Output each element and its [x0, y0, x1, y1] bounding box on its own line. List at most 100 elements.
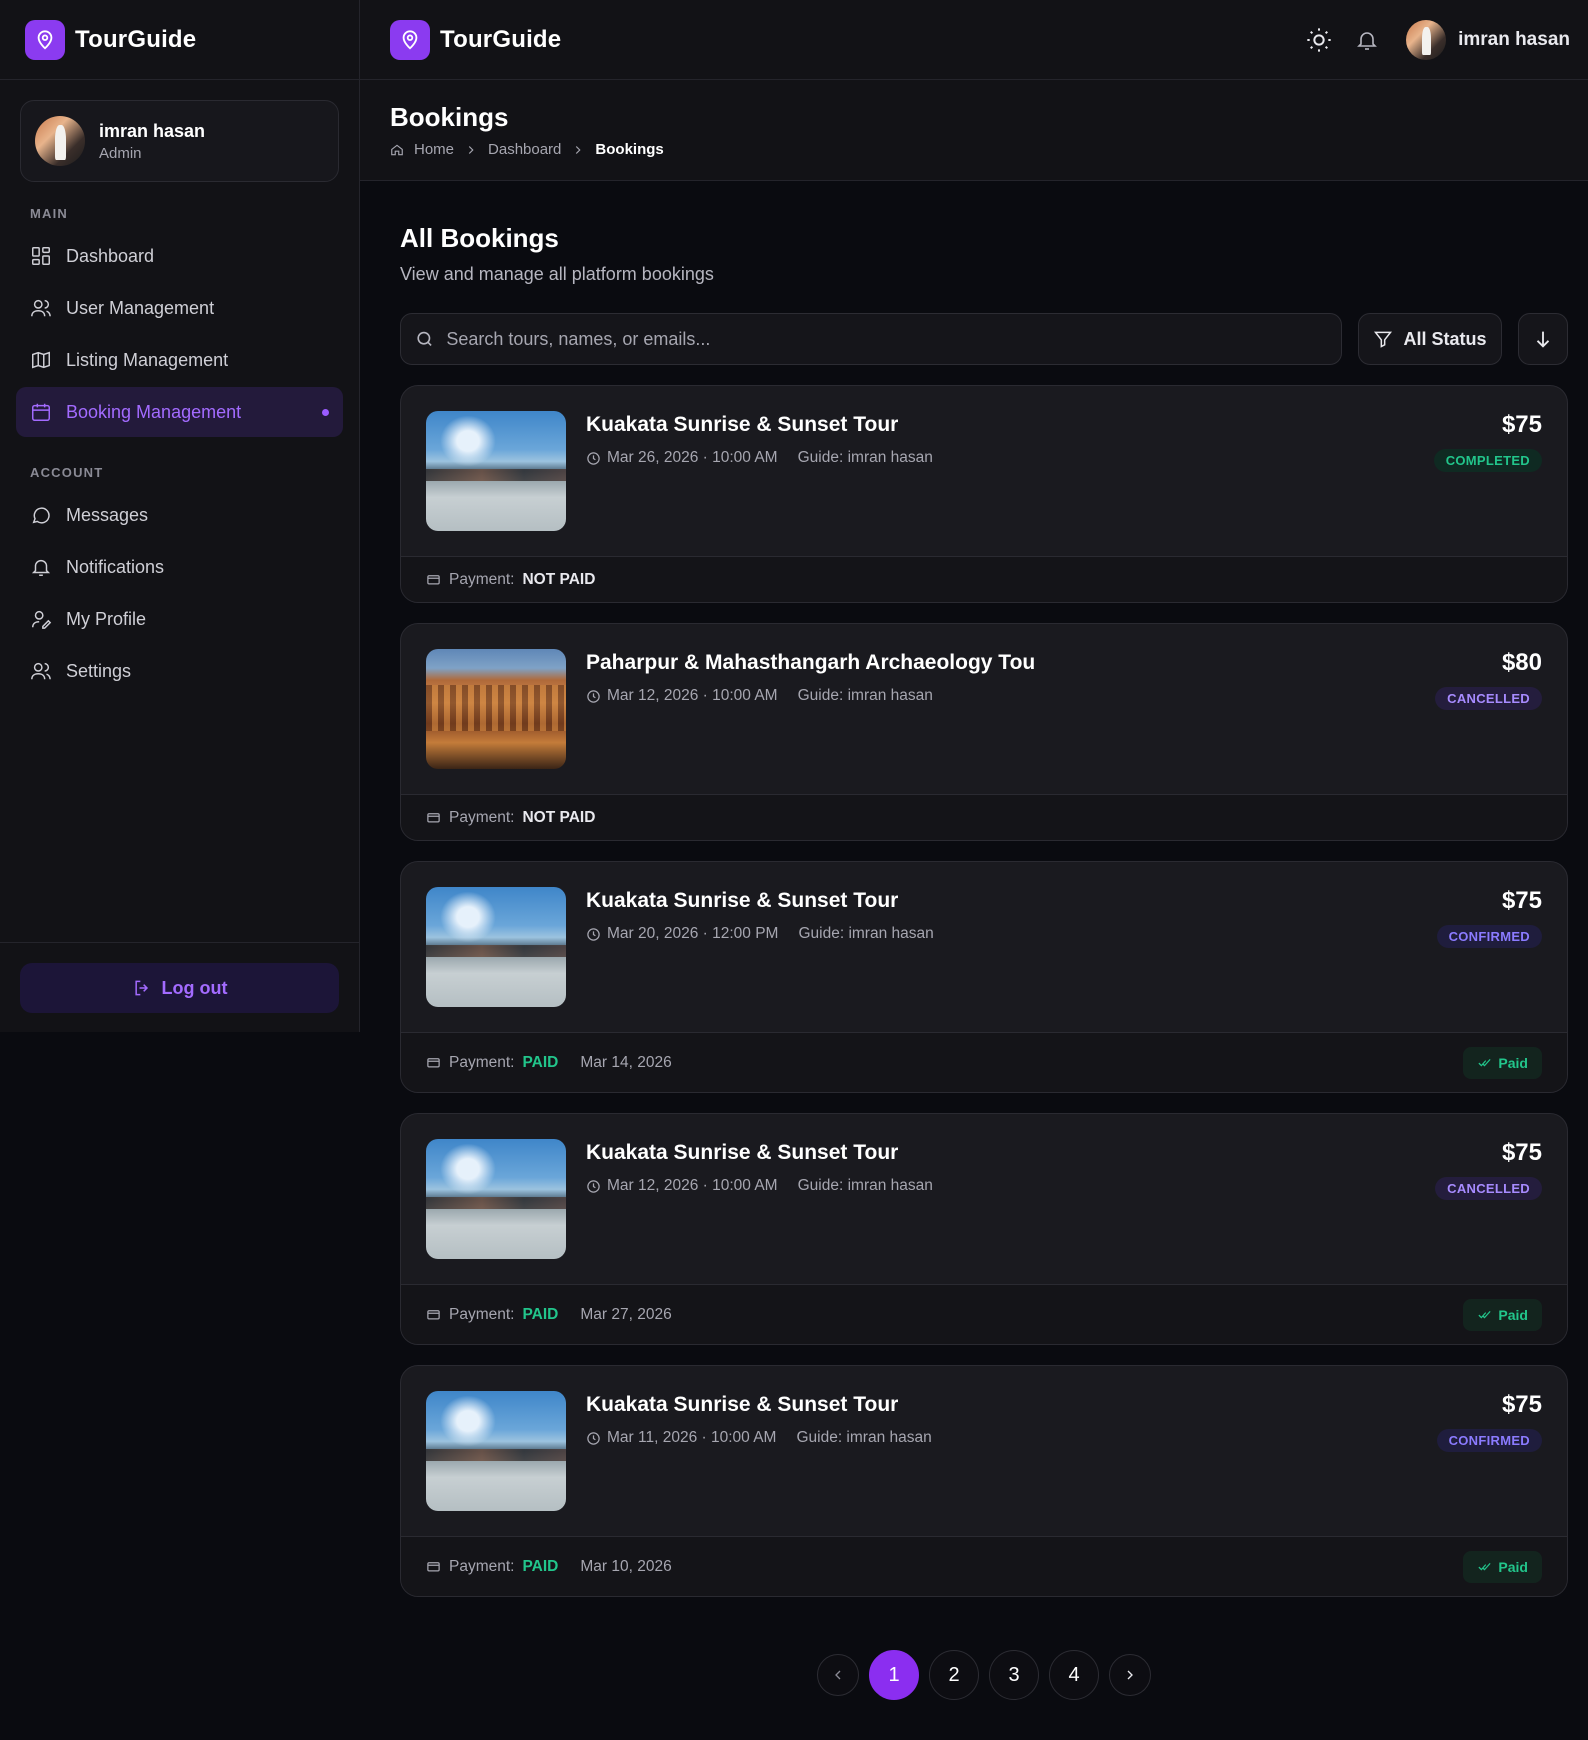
bell-icon: [31, 559, 51, 576]
credit-card-icon: [427, 1310, 440, 1320]
booking-card[interactable]: Kuakata Sunrise & Sunset Tour Mar 12, 20…: [400, 1113, 1568, 1345]
payment-label: Payment:: [449, 1305, 515, 1323]
notifications-button[interactable]: [1344, 17, 1390, 63]
breadcrumb-current: Bookings: [595, 141, 664, 158]
section-label-account: ACCOUNT: [30, 465, 104, 480]
booking-card[interactable]: Kuakata Sunrise & Sunset Tour Mar 11, 20…: [400, 1365, 1568, 1597]
toolbar: All Status: [400, 313, 1568, 365]
users-icon: [31, 299, 51, 317]
pagination-page-4[interactable]: 4: [1049, 1650, 1099, 1700]
booking-price: $75: [1501, 887, 1542, 914]
booking-datetime: Mar 20, 2026 · 12:00 PM: [607, 925, 779, 942]
theme-toggle-button[interactable]: [1296, 17, 1342, 63]
paid-badge-label: Paid: [1498, 1306, 1528, 1323]
sidebar-item-user-management[interactable]: User Management: [16, 283, 343, 333]
sidebar-item-listing-management[interactable]: Listing Management: [16, 335, 343, 385]
booking-card[interactable]: Kuakata Sunrise & Sunset Tour Mar 26, 20…: [400, 385, 1568, 603]
home-icon: [391, 144, 403, 155]
clock-icon: [587, 451, 600, 465]
clock-icon: [587, 689, 600, 703]
pagination-next-button[interactable]: [1109, 1654, 1151, 1696]
status-badge: CONFIRMED: [1436, 1429, 1542, 1452]
payment-date: Mar 10, 2026: [580, 1557, 672, 1575]
booking-card-body: Kuakata Sunrise & Sunset Tour Mar 12, 20…: [401, 1114, 1567, 1284]
chevron-right-icon: [576, 145, 581, 154]
check-double-icon: [1478, 1562, 1492, 1571]
profile-icon: [32, 610, 52, 629]
sidebar-item-label: Booking Management: [66, 401, 242, 422]
header-user-name: imran hasan: [1458, 28, 1570, 50]
sort-button[interactable]: [1518, 313, 1568, 365]
payment-label: Payment:: [449, 570, 515, 588]
section-label-main: MAIN: [30, 206, 69, 221]
booking-price: $75: [1501, 411, 1542, 438]
active-indicator-dot: [322, 408, 329, 416]
sidebar-item-messages[interactable]: Messages: [16, 490, 343, 540]
booking-guide: Guide: imran hasan: [797, 687, 933, 704]
booking-card[interactable]: Paharpur & Mahasthangarh Archaeology Tou…: [400, 623, 1568, 841]
sidebar-item-label: Notifications: [66, 556, 165, 577]
sidebar-item-dashboard[interactable]: Dashboard: [16, 231, 343, 281]
status-badge: CANCELLED: [1435, 687, 1542, 710]
pagination-page-1[interactable]: 1: [869, 1650, 919, 1700]
sidebar-item-booking-management[interactable]: Booking Management: [16, 387, 343, 437]
sidebar-item-notifications[interactable]: Notifications: [16, 542, 343, 592]
pagination-prev-button[interactable]: [817, 1654, 859, 1696]
sidebar-item-label: Listing Management: [66, 349, 229, 370]
booking-datetime: Mar 26, 2026 · 10:00 AM: [607, 449, 778, 466]
breadcrumb-dashboard[interactable]: Dashboard: [488, 141, 561, 158]
search-input[interactable]: [446, 328, 1341, 350]
map-pin-logo-icon: [25, 19, 65, 60]
logout-button[interactable]: Log out: [20, 963, 339, 1013]
paid-badge: Paid: [1463, 1298, 1542, 1331]
sidebar-item-my-profile[interactable]: My Profile: [16, 594, 343, 644]
tour-thumbnail: [426, 887, 566, 1007]
brand-name[interactable]: TourGuide: [440, 26, 561, 54]
payment-status: PAID: [522, 1557, 559, 1575]
pagination-page-3[interactable]: 3: [989, 1650, 1039, 1700]
booking-guide: Guide: imran hasan: [797, 1177, 933, 1194]
status-filter-button[interactable]: All Status: [1358, 313, 1502, 365]
booking-card-body: Kuakata Sunrise & Sunset Tour Mar 20, 20…: [401, 862, 1567, 1032]
breadcrumb-home[interactable]: Home: [414, 141, 454, 158]
page-header: Bookings Home Dashboard Bookings: [360, 80, 1588, 181]
clock-icon: [587, 1431, 600, 1445]
calendar-icon: [32, 403, 50, 421]
chevron-left-icon: [835, 1670, 841, 1680]
booking-card-footer: Payment: PAID Mar 14, 2026 Paid: [401, 1032, 1567, 1092]
sidebar-user-card[interactable]: imran hasan Admin: [20, 100, 339, 182]
booking-card-footer: Payment: NOT PAID: [401, 794, 1567, 840]
payment-label: Payment:: [449, 1053, 515, 1071]
sidebar-item-label: My Profile: [66, 608, 147, 629]
sidebar-item-settings[interactable]: Settings: [16, 646, 343, 696]
sidebar-item-label: Settings: [66, 660, 132, 681]
payment-status: NOT PAID: [522, 808, 596, 826]
payment-label: Payment:: [449, 808, 515, 826]
tour-title[interactable]: Kuakata Sunrise & Sunset Tour: [586, 1393, 932, 1417]
tour-title[interactable]: Kuakata Sunrise & Sunset Tour: [586, 889, 934, 913]
settings-icon: [31, 662, 51, 680]
avatar: [1406, 19, 1447, 60]
tour-title[interactable]: Kuakata Sunrise & Sunset Tour: [586, 1141, 933, 1165]
paid-badge: Paid: [1463, 1046, 1542, 1079]
payment-date: Mar 27, 2026: [580, 1305, 672, 1323]
booking-guide: Guide: imran hasan: [796, 1429, 932, 1446]
booking-card-footer: Payment: NOT PAID: [401, 556, 1567, 602]
top-bar: TourGuide imran hasan: [360, 0, 1588, 80]
search-box[interactable]: [400, 313, 1342, 365]
booking-card[interactable]: Kuakata Sunrise & Sunset Tour Mar 20, 20…: [400, 861, 1568, 1093]
bookings-list: Kuakata Sunrise & Sunset Tour Mar 26, 20…: [400, 385, 1568, 1597]
tour-title[interactable]: Paharpur & Mahasthangarh Archaeology Tou: [586, 651, 1035, 675]
booking-card-body: Paharpur & Mahasthangarh Archaeology Tou…: [401, 624, 1567, 794]
chat-icon: [32, 507, 50, 524]
pagination-page-2[interactable]: 2: [929, 1650, 979, 1700]
tour-title[interactable]: Kuakata Sunrise & Sunset Tour: [586, 413, 933, 437]
section-subtitle: View and manage all platform bookings: [400, 264, 714, 284]
map-pin-logo-icon[interactable]: [390, 19, 430, 60]
main-content: All Bookings View and manage all platfor…: [400, 181, 1568, 1617]
user-menu[interactable]: imran hasan: [1406, 19, 1570, 60]
sidebar-brand[interactable]: TourGuide: [0, 0, 359, 80]
status-badge: CANCELLED: [1435, 1177, 1542, 1200]
clock-icon: [587, 927, 600, 941]
chevron-right-icon: [1127, 1670, 1133, 1680]
